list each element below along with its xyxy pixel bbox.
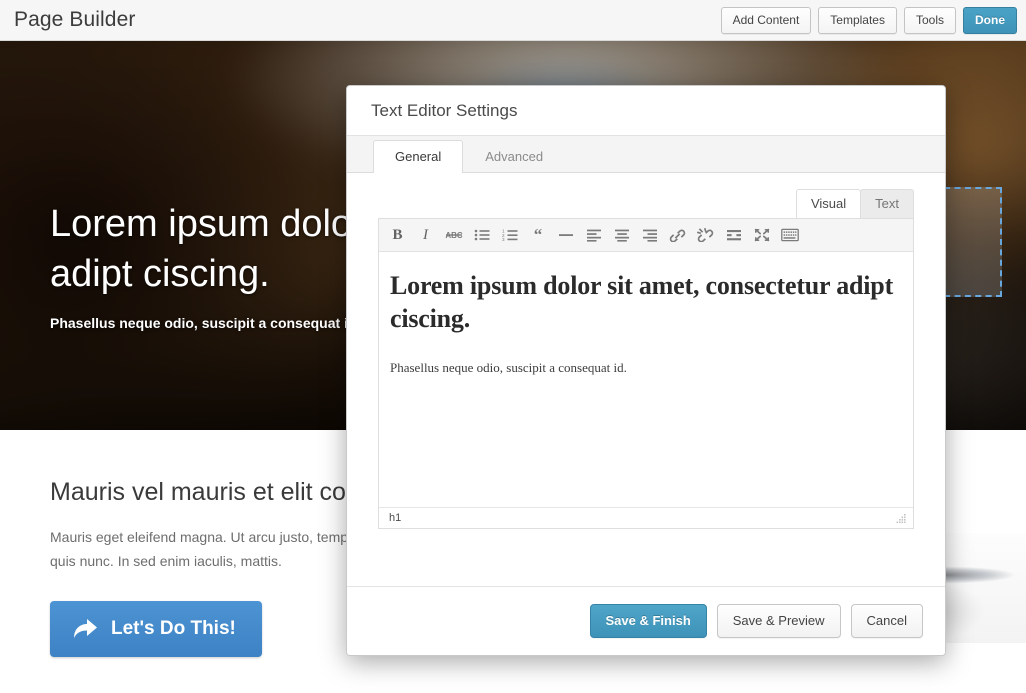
read-more-icon[interactable] (721, 223, 746, 247)
unordered-list-icon[interactable] (469, 223, 494, 247)
align-center-icon[interactable] (609, 223, 634, 247)
tab-advanced[interactable]: Advanced (463, 140, 565, 173)
tools-button[interactable]: Tools (904, 7, 956, 34)
editor-content-area[interactable]: Lorem ipsum dolor sit amet, consectetur … (379, 252, 913, 507)
bold-icon[interactable]: B (385, 223, 410, 247)
strikethrough-icon[interactable]: ABC (441, 223, 466, 247)
save-and-preview-button[interactable]: Save & Preview (717, 604, 841, 638)
modal-header: Text Editor Settings (347, 86, 945, 136)
editor-mode-text[interactable]: Text (860, 189, 914, 218)
top-admin-bar: Page Builder Add ContentTemplates Tools Do… (0, 0, 1026, 41)
link-icon[interactable] (665, 223, 690, 247)
italic-icon[interactable]: I (413, 223, 438, 247)
page-title: Page Builder (14, 8, 135, 32)
blockquote-icon[interactable]: “ (525, 223, 550, 247)
horizontal-rule-icon[interactable] (553, 223, 578, 247)
editor-paragraph: Phasellus neque odio, suscipit a consequ… (390, 358, 902, 378)
cta-label: Let's Do This! (111, 618, 236, 640)
topbar-actions: Add ContentTemplates Tools Done (721, 7, 1017, 34)
resize-handle-icon[interactable] (896, 513, 907, 524)
modal-title: Text Editor Settings (371, 101, 517, 121)
forward-arrow-icon (72, 618, 98, 640)
align-right-icon[interactable] (637, 223, 662, 247)
editor-status-bar: h1 (379, 507, 913, 528)
save-and-finish-button[interactable]: Save & Finish (590, 604, 707, 638)
fullscreen-icon[interactable] (749, 223, 774, 247)
align-left-icon[interactable] (581, 223, 606, 247)
svg-text:“: “ (533, 228, 542, 242)
unlink-icon[interactable] (693, 223, 718, 247)
editor-heading: Lorem ipsum dolor sit amet, consectetur … (390, 269, 902, 336)
editor-element-path: h1 (389, 512, 401, 524)
cta-button[interactable]: Let's Do This! (50, 601, 262, 657)
done-button[interactable]: Done (963, 7, 1017, 34)
tab-general[interactable]: General (373, 140, 463, 173)
modal-tab-bar: GeneralAdvanced (347, 136, 945, 173)
editor-toolbar: BIABC 123 “ (379, 219, 913, 252)
modal-footer: Save & Finish Save & Preview Cancel (347, 586, 945, 655)
wysiwyg-editor: BIABC 123 “ Lorem ipsum dolor sit amet, co… (378, 218, 914, 529)
ordered-list-icon[interactable]: 123 (497, 223, 522, 247)
page-builder-app: Page Builder Add ContentTemplates Tools Do… (0, 0, 1026, 693)
toolbar-toggle-icon[interactable] (777, 223, 802, 247)
templates-button[interactable]: Templates (818, 7, 897, 34)
svg-text:3: 3 (502, 237, 505, 242)
modal-body: VisualText BIABC 123 “ Lorem ipsum dolor s… (347, 173, 945, 586)
editor-mode-tabs: VisualText (378, 189, 914, 218)
cancel-button[interactable]: Cancel (851, 604, 923, 638)
editor-mode-visual[interactable]: Visual (796, 189, 861, 218)
add-content-button[interactable]: Add Content (721, 7, 812, 34)
text-editor-settings-modal: Text Editor Settings GeneralAdvanced Vis… (346, 85, 946, 656)
